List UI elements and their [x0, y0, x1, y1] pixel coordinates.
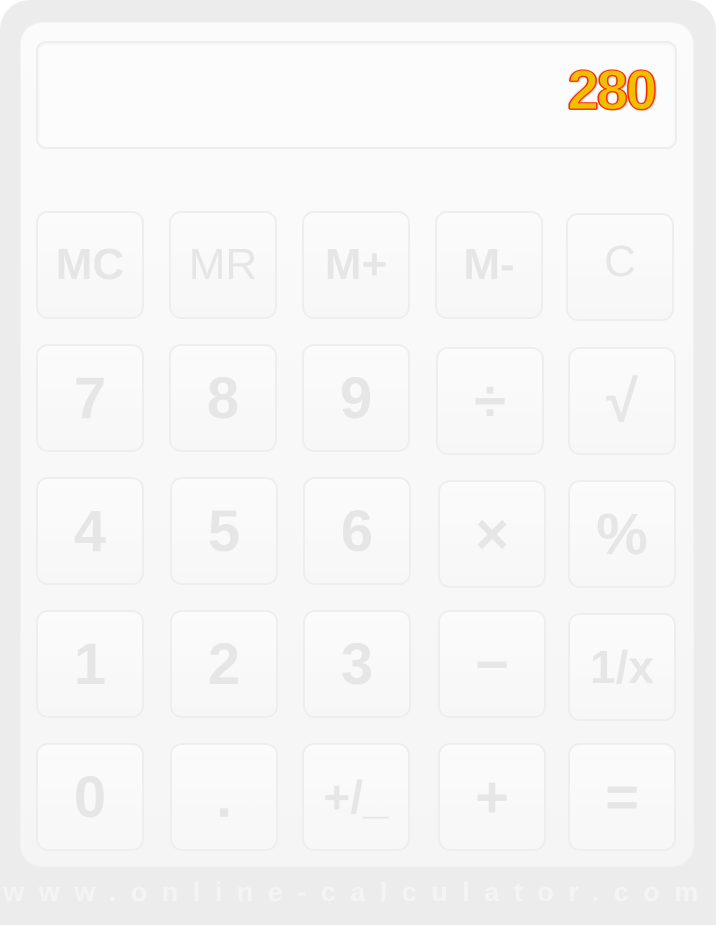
memory-add-button[interactable]: M+: [302, 211, 410, 319]
footer-url: www.online-calculator.com: [3, 877, 713, 907]
digit-2-button[interactable]: 2: [170, 610, 278, 718]
negate-button[interactable]: +/_: [302, 743, 410, 851]
percent-button[interactable]: %: [568, 480, 676, 588]
calculator-display: 280: [36, 41, 677, 149]
display-value: 280: [567, 58, 657, 122]
clear-button[interactable]: C: [566, 213, 674, 321]
plus-button[interactable]: +: [438, 743, 546, 851]
digit-5-button[interactable]: 5: [170, 477, 278, 585]
multiply-button[interactable]: ×: [438, 480, 546, 588]
digit-9-button[interactable]: 9: [302, 344, 410, 452]
digit-3-button[interactable]: 3: [303, 610, 411, 718]
memory-recall-button[interactable]: MR: [169, 211, 277, 319]
memory-clear-button[interactable]: MC: [36, 211, 144, 319]
digit-1-button[interactable]: 1: [36, 610, 144, 718]
equals-button[interactable]: =: [568, 743, 676, 851]
reciprocal-button[interactable]: 1/x: [568, 613, 676, 721]
digit-0-button[interactable]: 0: [36, 743, 144, 851]
memory-subtract-button[interactable]: M-: [435, 211, 543, 319]
square-root-button[interactable]: √: [568, 347, 676, 455]
divide-button[interactable]: ÷: [436, 347, 544, 455]
digit-7-button[interactable]: 7: [36, 344, 144, 452]
digit-8-button[interactable]: 8: [169, 344, 277, 452]
decimal-point-button[interactable]: .: [170, 743, 278, 851]
digit-6-button[interactable]: 6: [303, 477, 411, 585]
digit-4-button[interactable]: 4: [36, 477, 144, 585]
minus-button[interactable]: −: [438, 610, 546, 718]
